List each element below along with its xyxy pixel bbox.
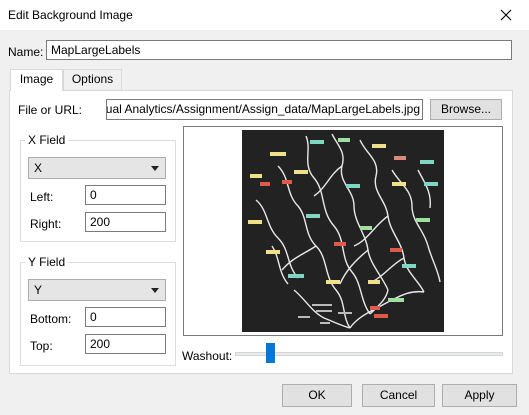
y-field-group-title: Y Field [25,255,69,269]
browse-button[interactable]: Browse... [430,99,502,120]
bottom-input[interactable]: 0 [85,307,166,327]
name-label: Name: [8,45,44,59]
washout-slider-track[interactable] [235,352,503,356]
bottom-label: Bottom: [30,312,72,326]
file-url-input[interactable]: wnloads/Visual Analytics/Assignment/Assi… [106,99,423,120]
map-preview-image [242,130,444,332]
file-url-value: wnloads/Visual Analytics/Assignment/Assi… [106,102,420,116]
file-url-label: File or URL: [18,103,83,117]
x-field-selected-value: X [34,161,43,175]
washout-label: Washout: [182,349,233,363]
close-button[interactable] [483,0,529,30]
left-input[interactable]: 0 [85,185,166,205]
apply-button[interactable]: Apply [442,384,517,407]
right-label: Right: [30,217,62,231]
title-bar: Edit Background Image [0,0,529,30]
chevron-down-icon [151,166,159,171]
ok-button[interactable]: OK [282,384,352,407]
top-label: Top: [30,339,53,353]
window-title: Edit Background Image [8,8,133,22]
x-field-select[interactable]: X [28,157,166,179]
tab-image[interactable]: Image [10,69,63,91]
right-input[interactable]: 200 [85,212,166,232]
cancel-button[interactable]: Cancel [362,384,435,407]
chevron-down-icon [151,288,159,293]
left-label: Left: [30,190,54,204]
close-icon [500,9,512,21]
name-input[interactable]: MapLargeLabels [46,40,512,60]
tab-options[interactable]: Options [63,69,122,90]
y-field-selected-value: Y [34,283,43,297]
washout-slider-thumb[interactable] [266,343,275,363]
river-map-graphic [248,133,441,329]
top-input[interactable]: 200 [85,334,166,354]
edit-background-image-dialog: Edit Background Image Name: MapLargeLabe… [0,0,529,415]
x-field-group-title: X Field [25,133,69,147]
y-field-select[interactable]: Y [28,279,166,301]
